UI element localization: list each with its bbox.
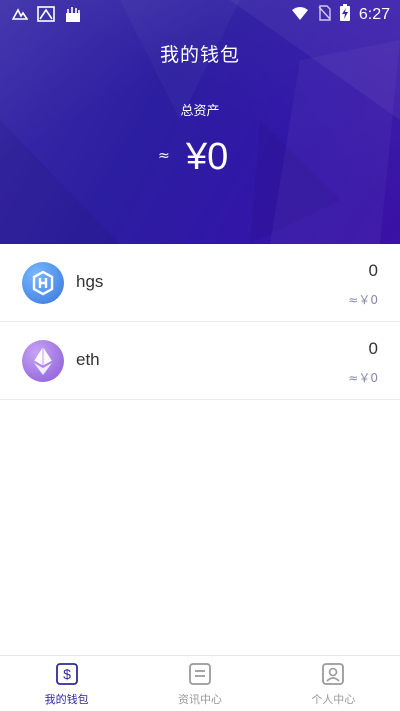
tab-personal-center[interactable]: 个人中心 — [267, 656, 400, 711]
asset-name: hgs — [76, 272, 104, 291]
tab-label: 个人中心 — [311, 693, 356, 706]
asset-fiat-value: ≈￥0 — [348, 293, 378, 307]
asset-quantity: 0 — [368, 339, 378, 358]
wallet-icon: $ — [55, 662, 79, 690]
battery-charging-icon — [339, 4, 351, 26]
svg-text:$: $ — [63, 666, 71, 682]
polygon-background — [0, 0, 400, 244]
total-assets-value: ≈ ¥0 — [0, 136, 400, 180]
tab-news-center[interactable]: 资讯中心 — [133, 656, 266, 711]
asset-list: hgs 0 ≈￥0 eth 0 ≈￥0 — [0, 244, 400, 400]
asset-name: eth — [76, 350, 100, 369]
page-title: 我的钱包 — [159, 44, 240, 66]
news-icon — [188, 662, 212, 690]
app-notification-icon — [11, 8, 29, 24]
wallet-header: 6:27 我的钱包 总资产 ≈ ¥0 — [0, 0, 400, 244]
asset-quantity: 0 — [368, 261, 378, 280]
total-assets-label: 总资产 — [180, 104, 220, 119]
image-notification-icon — [37, 6, 55, 26]
wifi-icon — [291, 6, 309, 25]
tab-label: 我的钱包 — [44, 693, 89, 706]
asset-row-hgs[interactable]: hgs 0 ≈￥0 — [0, 244, 400, 322]
store-notification-icon — [64, 5, 82, 27]
status-bar: 6:27 — [0, 0, 400, 28]
asset-fiat-value: ≈￥0 — [348, 371, 378, 385]
asset-row-eth[interactable]: eth 0 ≈￥0 — [0, 322, 400, 400]
bottom-tab-bar: $ 我的钱包 资讯中心 个人中心 — [0, 655, 400, 711]
hgs-logo-icon — [22, 262, 64, 304]
profile-icon — [321, 662, 345, 690]
approx-sign: ≈ — [158, 148, 170, 164]
no-sim-icon — [317, 5, 331, 25]
tab-my-wallet[interactable]: $ 我的钱包 — [0, 656, 133, 711]
tab-label: 资讯中心 — [177, 693, 222, 706]
total-amount: ¥0 — [186, 136, 229, 178]
eth-logo-icon — [22, 340, 64, 382]
status-time: 6:27 — [358, 6, 390, 23]
